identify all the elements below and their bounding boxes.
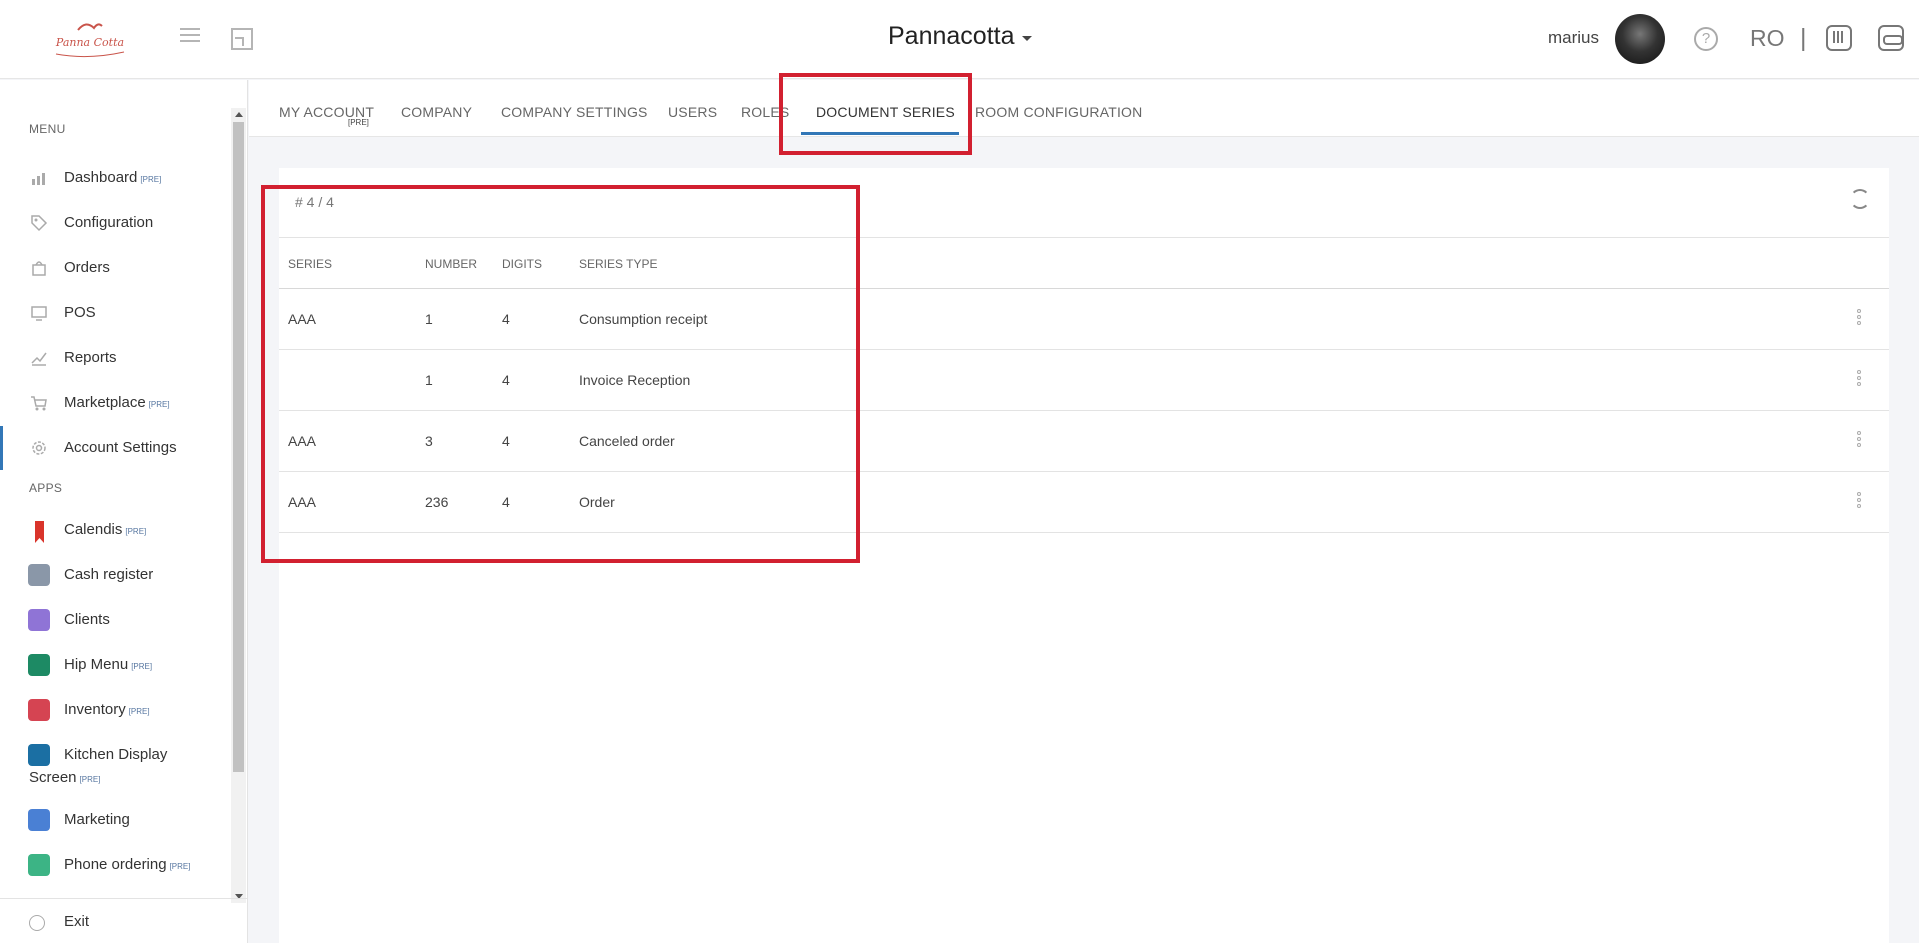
top-bar: Panna Cotta Pannacotta marius ? RO |: [0, 0, 1919, 79]
apps-section-label: APPS: [29, 481, 63, 495]
sidebar-item-label: Kitchen Display: [64, 746, 168, 763]
refresh-icon[interactable]: [1850, 189, 1870, 209]
sidebar-item-label: Hip Menu: [64, 656, 129, 673]
bag-icon: [30, 259, 48, 277]
kitchen-display-app-icon: [28, 744, 50, 766]
sidebar-item-marketing[interactable]: Marketing: [0, 802, 230, 838]
tab-company-settings[interactable]: COMPANY SETTINGS: [501, 104, 648, 120]
pre-badge: [PRE]: [125, 527, 147, 536]
sidebar-item-orders[interactable]: Orders: [0, 250, 230, 286]
row-menu-icon[interactable]: [1857, 492, 1861, 510]
bookmark-icon: [30, 521, 48, 543]
username[interactable]: marius: [1548, 28, 1599, 48]
sidebar-item-label: Account Settings: [64, 439, 177, 456]
sidebar-item-label: POS: [64, 304, 96, 321]
row-menu-icon[interactable]: [1857, 370, 1861, 388]
marketing-app-icon: [28, 809, 50, 831]
pre-badge: [PRE]: [140, 175, 162, 184]
sidebar-item-inventory[interactable]: Inventory [PRE]: [0, 692, 230, 728]
row-menu-icon[interactable]: [1857, 309, 1861, 327]
pre-badge: [PRE]: [148, 400, 170, 409]
link-icon[interactable]: [1878, 25, 1904, 51]
language-selector[interactable]: RO: [1750, 25, 1785, 52]
company-logo[interactable]: Panna Cotta: [48, 16, 132, 60]
tab-pre-badge: [PRE]: [348, 118, 369, 127]
exit-button[interactable]: Exit: [0, 898, 248, 943]
cart-icon: [30, 394, 48, 412]
tab-room-configuration[interactable]: ROOM CONFIGURATION: [975, 104, 1142, 120]
gear-icon: [30, 439, 48, 457]
row-menu-icon[interactable]: [1857, 431, 1861, 449]
sidebar-item-label: Cash register: [64, 566, 154, 583]
sidebar-item-label: Marketplace: [64, 394, 146, 411]
sidebar-item-label: Marketing: [64, 811, 130, 828]
exit-label: Exit: [64, 913, 90, 930]
cash-register-app-icon: [28, 564, 50, 586]
sidebar-item-label: Reports: [64, 349, 117, 366]
active-indicator: [0, 426, 3, 470]
sidebar-item-label: Configuration: [64, 214, 154, 231]
pre-badge: [PRE]: [169, 862, 191, 871]
sidebar-item-label: Phone ordering: [64, 856, 167, 873]
sidebar-item-label: Dashboard: [64, 169, 138, 186]
sidebar-item-calendis[interactable]: Calendis [PRE]: [0, 512, 230, 548]
tab-company[interactable]: COMPANY: [401, 104, 472, 120]
sidebar-item-dashboard[interactable]: Dashboard [PRE]: [0, 160, 230, 196]
clients-app-icon: [28, 609, 50, 631]
sidebar-item-clients[interactable]: Clients: [0, 602, 230, 638]
sidebar-item-cash-register[interactable]: Cash register: [0, 557, 230, 593]
hamburger-menu-icon[interactable]: [180, 28, 200, 46]
cash-register-icon[interactable]: [1826, 25, 1852, 51]
sidebar-item-label: Orders: [64, 259, 110, 276]
expand-window-icon[interactable]: [231, 28, 253, 50]
sidebar-item-kitchen-display[interactable]: Kitchen Display Screen [PRE]: [0, 737, 230, 793]
sidebar: MENU Dashboard [PRE] Configuration Orders…: [0, 80, 248, 943]
sidebar-scrollbar[interactable]: [231, 108, 246, 903]
sidebar-item-pos[interactable]: POS: [0, 295, 230, 331]
sidebar-item-phone-ordering[interactable]: Phone ordering [PRE]: [0, 847, 230, 883]
pre-badge: [PRE]: [79, 775, 101, 784]
header-separator: |: [1800, 24, 1807, 52]
pre-badge: [PRE]: [128, 707, 150, 716]
pre-badge: [PRE]: [131, 662, 153, 671]
company-switcher[interactable]: Pannacotta: [888, 22, 1015, 51]
sidebar-item-label: Calendis: [64, 521, 123, 538]
sidebar-item-configuration[interactable]: Configuration: [0, 205, 230, 241]
sidebar-item-label: Clients: [64, 611, 110, 628]
logo-text: Panna Cotta: [55, 36, 125, 49]
exit-icon: [29, 915, 45, 931]
sidebar-item-account-settings[interactable]: Account Settings: [0, 426, 230, 470]
line-chart-icon: [30, 349, 48, 367]
help-icon[interactable]: ?: [1694, 27, 1718, 51]
menu-section-label: MENU: [29, 122, 66, 136]
bar-chart-icon: [30, 169, 48, 187]
caret-down-icon[interactable]: [1022, 36, 1032, 41]
scroll-up-arrow-icon[interactable]: [235, 112, 243, 117]
sidebar-item-hip-menu[interactable]: Hip Menu [PRE]: [0, 647, 230, 683]
tab-users[interactable]: USERS: [668, 104, 717, 120]
scroll-thumb[interactable]: [233, 122, 244, 772]
phone-ordering-app-icon: [28, 854, 50, 876]
inventory-app-icon: [28, 699, 50, 721]
tag-icon: [30, 214, 48, 232]
table-highlight-box: [261, 185, 860, 563]
sidebar-item-marketplace[interactable]: Marketplace [PRE]: [0, 385, 230, 421]
sidebar-item-label-line2: Screen: [29, 769, 77, 786]
tab-highlight-box: [779, 73, 972, 155]
sidebar-item-reports[interactable]: Reports: [0, 340, 230, 376]
monitor-icon: [30, 304, 48, 322]
sidebar-item-label: Inventory: [64, 701, 126, 718]
hip-menu-app-icon: [28, 654, 50, 676]
avatar[interactable]: [1615, 14, 1665, 64]
